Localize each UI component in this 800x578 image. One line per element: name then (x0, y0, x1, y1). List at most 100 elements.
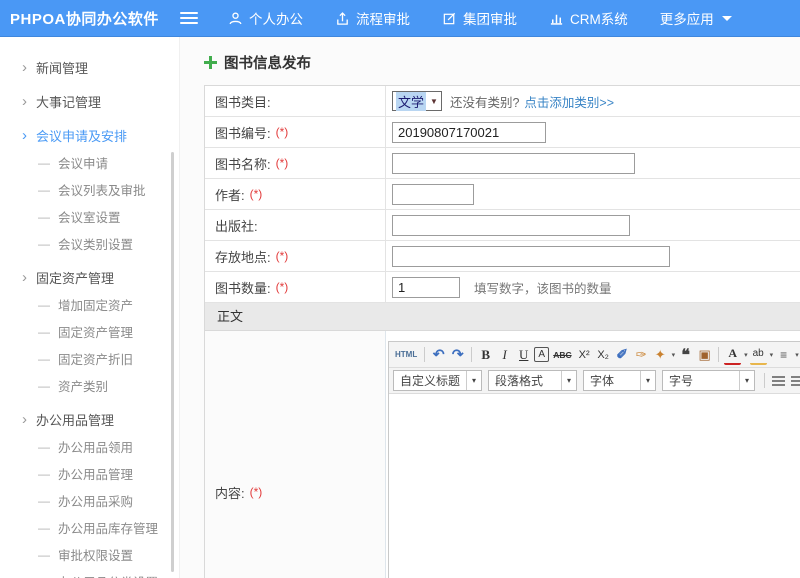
paragraph-format-dropdown[interactable]: 段落格式 (488, 370, 577, 391)
undo-icon[interactable]: ↶ (430, 345, 447, 365)
sidebar-scrollbar[interactable] (171, 152, 174, 572)
chevron-right-icon (22, 60, 27, 75)
bold-icon[interactable]: B (477, 345, 494, 365)
sidebar-item-label: 资产类别 (58, 376, 108, 395)
sidebar-group-events-management[interactable]: 大事记管理 (0, 88, 179, 115)
book-quantity-input[interactable] (392, 277, 460, 298)
sidebar-item-label: 大事记管理 (36, 92, 101, 111)
sidebar-item-approval-permission-settings[interactable]: 审批权限设置 (0, 541, 179, 568)
sidebar-item-fixed-asset-depreciation[interactable]: 固定资产折旧 (0, 345, 179, 372)
sidebar-item-meeting-apply[interactable]: 会议申请 (0, 149, 179, 176)
separator (424, 347, 425, 362)
font-size-dropdown[interactable]: 字号 (662, 370, 755, 391)
field-label: 出版社: (215, 216, 258, 235)
nav-workflow-approval[interactable]: 流程审批 (335, 8, 410, 28)
strikethrough-icon[interactable]: ABC (551, 345, 573, 365)
sidebar-item-meeting-room-settings[interactable]: 会议室设置 (0, 203, 179, 230)
caret-down-icon (722, 16, 732, 21)
sidebar-item-label: 固定资产管理 (58, 322, 133, 341)
sidebar-item-supplies-management[interactable]: 办公用品管理 (0, 460, 179, 487)
dash-icon (38, 325, 50, 339)
add-category-link[interactable]: 点击添加类别>> (524, 92, 614, 111)
book-name-input[interactable] (392, 153, 635, 174)
publisher-input[interactable] (392, 215, 630, 236)
nav-group-approval[interactable]: 集团审批 (442, 8, 517, 28)
nav-crm-system[interactable]: CRM系统 (549, 8, 628, 28)
caret-down-icon (466, 371, 481, 390)
dash-icon (38, 440, 50, 454)
sidebar-group-office-supplies[interactable]: 办公用品管理 (0, 406, 179, 433)
brush-icon[interactable]: ✑ (633, 345, 650, 365)
font-family-dropdown[interactable]: 字体 (583, 370, 656, 391)
nav-more-apps[interactable]: 更多应用 (660, 8, 732, 28)
dash-icon (38, 156, 50, 170)
no-category-note: 还没有类别? (450, 92, 519, 111)
dash-icon (38, 379, 50, 393)
dash-icon (38, 575, 50, 578)
superscript-icon[interactable]: X² (576, 345, 593, 365)
author-row: 作者:(*) (205, 179, 800, 210)
sidebar-item-supplies-purchase[interactable]: 办公用品采购 (0, 487, 179, 514)
book-number-input[interactable] (392, 122, 546, 143)
nav-label: 流程审批 (356, 8, 410, 28)
dash-icon (38, 494, 50, 508)
book-number-row: 图书编号:(*) (205, 117, 800, 148)
sidebar-item-label: 新闻管理 (36, 58, 88, 77)
edit-square-icon (442, 11, 457, 26)
highlight-icon[interactable]: ab (750, 345, 767, 365)
book-category-select[interactable]: 文学 (392, 91, 442, 111)
separator (718, 347, 719, 362)
paste-word-icon[interactable]: ▣ (696, 345, 713, 365)
required-mark: (*) (276, 249, 289, 263)
main-content: 图书信息发布 图书类目: 文学 还没有类别? 点击添加类别>> 图书编号:(*) (180, 37, 800, 578)
ordered-list-icon[interactable]: ≡ (775, 345, 792, 365)
html-source-icon[interactable]: HTML (393, 345, 419, 365)
underline-icon[interactable]: U (515, 345, 532, 365)
blockquote-icon[interactable]: ❝ (677, 345, 694, 365)
field-label: 作者: (215, 185, 245, 204)
dash-icon (38, 183, 50, 197)
sidebar-group-meeting-management[interactable]: 会议申请及安排 (0, 122, 179, 149)
custom-title-dropdown[interactable]: 自定义标题 (393, 370, 482, 391)
sidebar-item-meeting-list-approval[interactable]: 会议列表及审批 (0, 176, 179, 203)
sidebar-item-fixed-asset-management[interactable]: 固定资产管理 (0, 318, 179, 345)
storage-location-input[interactable] (392, 246, 670, 267)
font-color-icon[interactable]: A (724, 345, 741, 365)
dash-icon (38, 352, 50, 366)
sidebar-item-label: 办公用品采购 (58, 491, 133, 510)
editor-toolbar-row2: 自定义标题 段落格式 字体 字号 ∞ % (389, 368, 800, 394)
font-box-icon[interactable]: A (534, 347, 549, 362)
author-input[interactable] (392, 184, 474, 205)
chevron-right-icon (22, 94, 27, 109)
plus-icon (204, 56, 217, 69)
sidebar-item-add-fixed-asset[interactable]: 增加固定资产 (0, 291, 179, 318)
sidebar-group-fixed-assets[interactable]: 固定资产管理 (0, 264, 179, 291)
sidebar-item-supplies-inventory[interactable]: 办公用品库存管理 (0, 514, 179, 541)
palette-icon[interactable]: ✦ (652, 345, 669, 365)
field-label: 图书编号: (215, 123, 271, 142)
sidebar-item-meeting-category-settings[interactable]: 会议类别设置 (0, 230, 179, 257)
align-left-icon[interactable] (770, 371, 787, 391)
sidebar-group-news-management[interactable]: 新闻管理 (0, 54, 179, 81)
selected-category: 文学 (396, 92, 426, 111)
field-label: 图书数量: (215, 278, 271, 297)
select-arrow-icon (430, 97, 438, 106)
sidebar-item-label: 办公用品领用 (58, 437, 133, 456)
subscript-icon[interactable]: X₂ (595, 345, 612, 365)
sidebar-item-supplies-request[interactable]: 办公用品领用 (0, 433, 179, 460)
separator (764, 373, 765, 388)
italic-icon[interactable]: I (496, 345, 513, 365)
body-section-header: 正文 (205, 303, 800, 331)
sidebar: 新闻管理 大事记管理 会议申请及安排 会议申请 会议列表及审批 会议室设置 会议… (0, 37, 180, 578)
align-center-icon[interactable] (789, 371, 800, 391)
sidebar-item-label: 办公用品管理 (36, 410, 114, 429)
redo-icon[interactable]: ↷ (449, 345, 466, 365)
nav-personal-office[interactable]: 个人办公 (228, 8, 303, 28)
eraser-icon[interactable]: ✐ (614, 345, 631, 365)
hamburger-menu-icon[interactable] (180, 12, 198, 24)
sidebar-item-supplies-category-settings[interactable]: 办公用品分类设置 (0, 568, 179, 578)
editor-content-area[interactable] (389, 394, 800, 578)
bar-chart-icon (549, 11, 564, 26)
field-label: 存放地点: (215, 247, 271, 266)
sidebar-item-asset-category[interactable]: 资产类别 (0, 372, 179, 399)
